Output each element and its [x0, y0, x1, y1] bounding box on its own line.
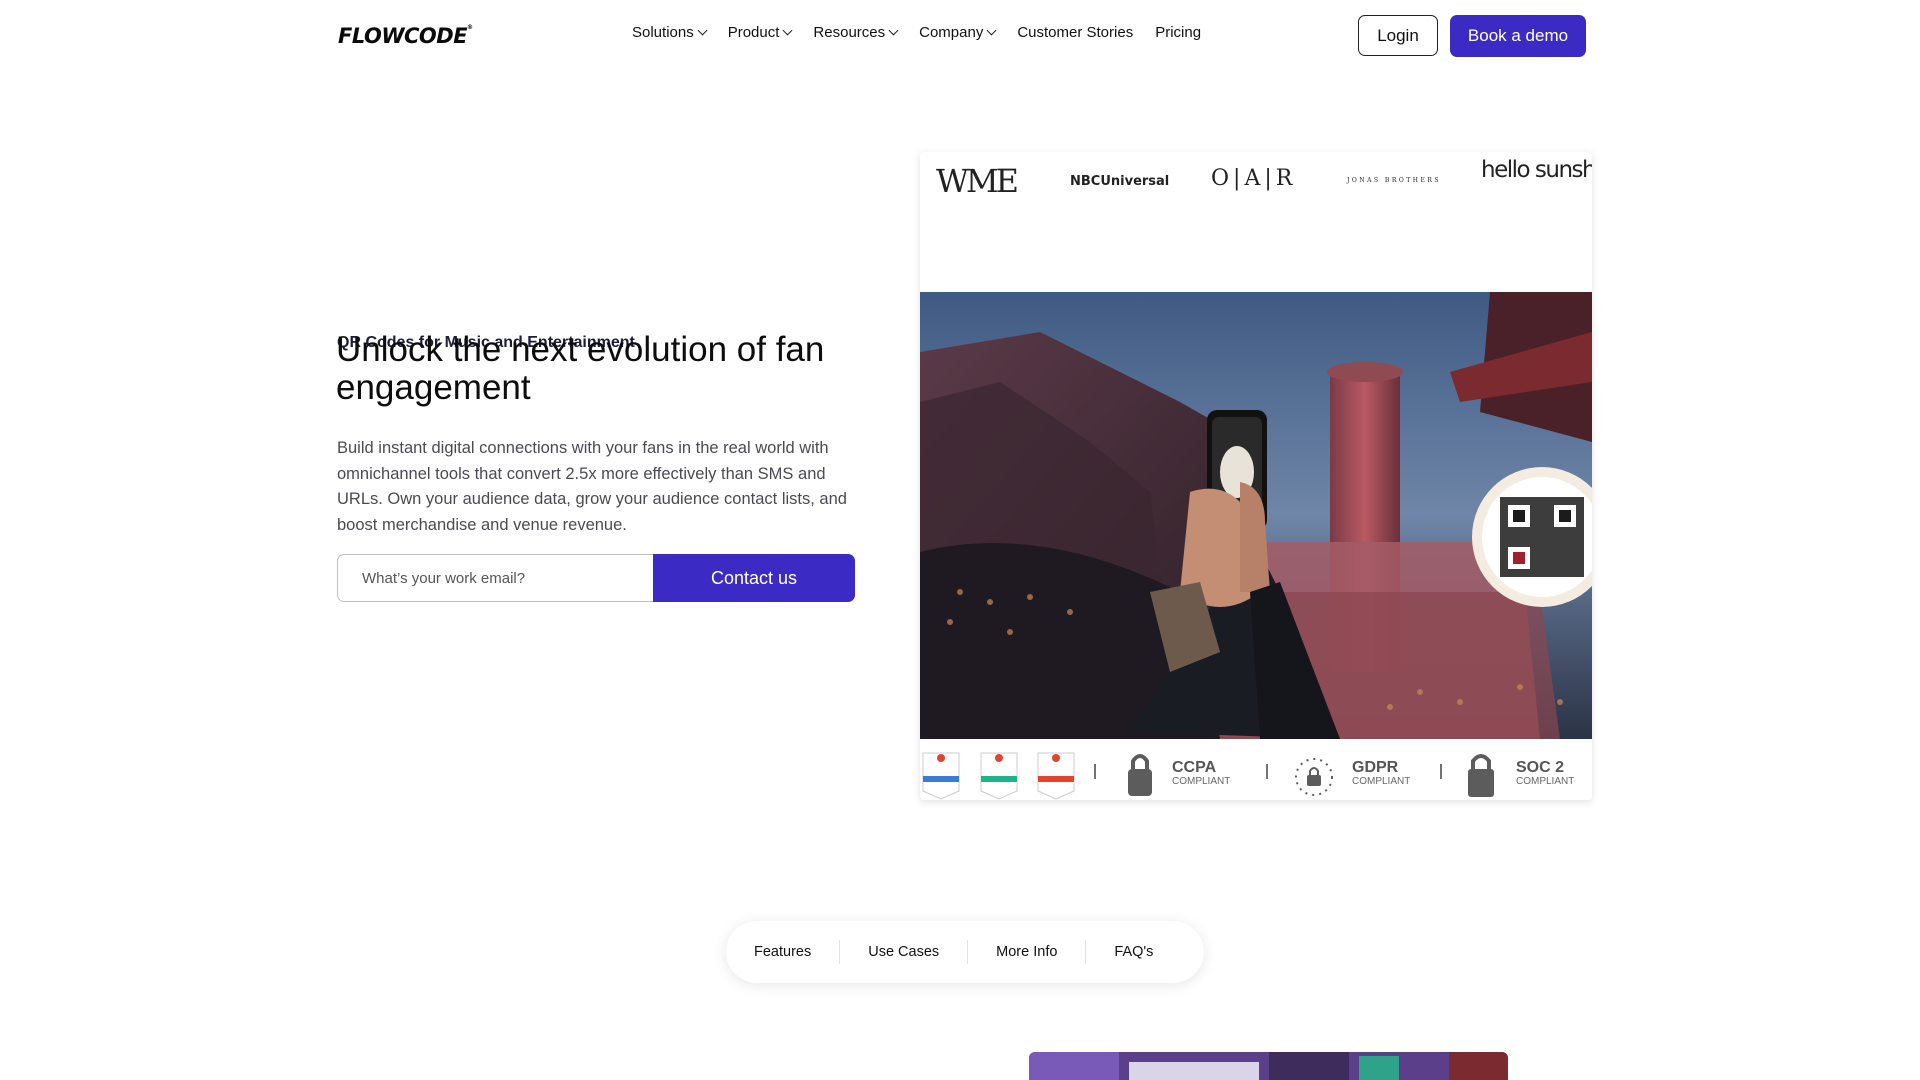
concert-photo [920, 292, 1592, 739]
soc2-label: SOC 2 COMPLIANT [1516, 759, 1574, 787]
brand-logo-strip: WME NBCUniversal O|A|R JONAS BROTHERS he… [920, 152, 1592, 212]
trust-badges-row: CCPA COMPLIANT GDPR COMPLIANT SOC 2 COMP… [920, 739, 1592, 800]
email-form: Contact us [337, 554, 855, 602]
nav-product[interactable]: Product [727, 24, 793, 41]
tab-faqs[interactable]: FAQ's [1086, 940, 1181, 964]
gdpr-label: GDPR COMPLIANT [1352, 759, 1410, 787]
nav-solutions[interactable]: Solutions [632, 24, 708, 41]
main-nav: Solutions Product Resources Company Cust… [632, 24, 1223, 41]
lock-icon [1128, 754, 1152, 796]
nav-resources[interactable]: Resources [813, 24, 899, 41]
g2-badge-icon [980, 752, 1018, 800]
g2-badge-icon [922, 752, 960, 800]
compliance-name: SOC 2 [1516, 759, 1565, 776]
next-section-image [1029, 1052, 1508, 1080]
nav-label: Solutions [632, 24, 694, 41]
compliance-sub: COMPLIANT [1172, 776, 1231, 787]
nav-company[interactable]: Company [919, 24, 997, 41]
hero-headline: Unlock the next evolution of fan engagem… [336, 330, 825, 407]
g2-badge-icon [1037, 752, 1075, 800]
nav-pricing[interactable]: Pricing [1155, 24, 1201, 41]
brand-logo-wme: WME [936, 162, 1019, 200]
nav-label: Customer Stories [1017, 24, 1134, 41]
eu-stars-lock-icon [1295, 758, 1333, 796]
compliance-sub: COMPLIANT [1516, 776, 1575, 787]
nav-label: Resources [813, 24, 886, 41]
contact-us-button[interactable]: Contact us [653, 554, 855, 602]
flowcode-logo[interactable]: FLOWCODE® [338, 24, 473, 48]
nav-label: Company [919, 24, 984, 41]
chevron-down-icon [782, 25, 793, 36]
work-email-input[interactable] [337, 554, 653, 602]
tab-more-info[interactable]: More Info [968, 940, 1087, 964]
hero-media-card: WME NBCUniversal O|A|R JONAS BROTHERS he… [920, 152, 1592, 800]
compliance-name: CCPA [1172, 759, 1217, 776]
tab-use-cases[interactable]: Use Cases [840, 940, 969, 964]
brand-logo-nbcuniversal: NBCUniversal [1070, 174, 1170, 189]
ccpa-label: CCPA COMPLIANT [1172, 759, 1230, 787]
hero-description: Build instant digital connections with y… [337, 439, 847, 534]
nav-customer-stories[interactable]: Customer Stories [1017, 24, 1133, 41]
book-demo-button[interactable]: Book a demo [1450, 15, 1586, 57]
padlock-icon [1468, 754, 1494, 797]
compliance-sub: COMPLIANT [1352, 776, 1411, 787]
chevron-down-icon [697, 25, 708, 36]
brand-logo-oar: O|A|R [1211, 166, 1297, 191]
nav-label: Product [727, 24, 780, 41]
brand-logo-jonas-brothers: JONAS BROTHERS [1347, 177, 1442, 184]
tab-features[interactable]: Features [726, 940, 841, 964]
login-button[interactable]: Login [1358, 15, 1438, 56]
chevron-down-icon [888, 25, 899, 36]
brand-logo-hello-sunshine: hello sunshine [1481, 157, 1592, 183]
section-tabs: Features Use Cases More Info FAQ's [726, 921, 1204, 983]
nav-label: Pricing [1155, 24, 1202, 41]
compliance-name: GDPR [1352, 759, 1399, 776]
chevron-down-icon [986, 25, 997, 36]
logo-text: FLOWCODE [338, 24, 468, 48]
